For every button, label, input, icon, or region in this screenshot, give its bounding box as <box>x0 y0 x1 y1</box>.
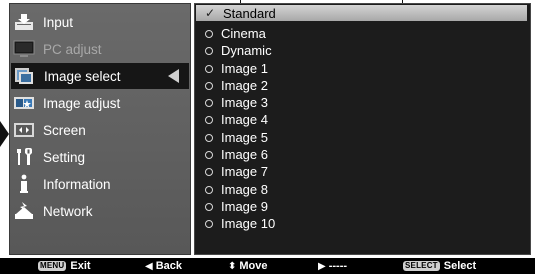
option-image-2[interactable]: Image 2 <box>195 77 528 94</box>
option-label: Image 5 <box>221 130 268 145</box>
menu-item-label: Screen <box>43 122 86 138</box>
radio-icon <box>205 167 213 176</box>
option-label: Image 1 <box>221 61 268 76</box>
menu-item-network[interactable]: Network <box>10 198 192 224</box>
menu-item-screen[interactable]: Screen <box>10 117 192 143</box>
menu-item-setting[interactable]: Setting <box>10 144 192 170</box>
option-image-4[interactable]: Image 4 <box>195 111 528 128</box>
radio-icon <box>205 219 213 228</box>
radio-icon <box>205 133 213 142</box>
menu-item-label: Network <box>43 203 93 219</box>
main-menu-panel: Input PC adjust Image select Image adjus… <box>9 3 191 255</box>
radio-icon <box>205 64 213 73</box>
option-label: Image 7 <box>221 164 268 179</box>
help-back-label: Back <box>155 260 182 272</box>
menu-item-label: Image select <box>44 68 121 84</box>
help-move: ⬍ Move <box>228 258 268 274</box>
menu-item-input[interactable]: Input <box>10 9 192 35</box>
help-select-label: Select <box>443 260 477 272</box>
right-arrow-icon: ▶ <box>318 260 326 272</box>
radio-icon <box>205 115 213 124</box>
menu-key-icon: MENU <box>38 261 67 271</box>
menu-item-information[interactable]: Information <box>10 171 192 197</box>
radio-icon <box>205 46 213 55</box>
check-icon: ✓ <box>205 6 216 20</box>
option-label: Image 6 <box>221 147 268 162</box>
option-image-6[interactable]: Image 6 <box>195 146 528 163</box>
option-dynamic[interactable]: Dynamic <box>195 42 528 59</box>
option-standard[interactable]: ✓ Standard <box>196 5 527 21</box>
network-icon <box>13 201 35 221</box>
help-exit-label: Exit <box>70 260 91 272</box>
option-label: Image 4 <box>221 112 268 127</box>
option-label: Standard <box>223 5 276 21</box>
image-adjust-icon <box>13 93 35 113</box>
option-label: Cinema <box>221 26 266 41</box>
projector-osd: Input PC adjust Image select Image adjus… <box>0 0 535 274</box>
option-image-9[interactable]: Image 9 <box>195 198 528 215</box>
option-image-7[interactable]: Image 7 <box>195 163 528 180</box>
select-key-icon: SELECT <box>403 261 440 271</box>
option-image-5[interactable]: Image 5 <box>195 129 528 146</box>
option-image-8[interactable]: Image 8 <box>195 181 528 198</box>
option-label: Dynamic <box>221 43 272 58</box>
menu-item-image-adjust[interactable]: Image adjust <box>10 90 192 116</box>
screen-icon <box>13 120 35 140</box>
radio-icon <box>205 98 213 107</box>
radio-icon <box>205 81 213 90</box>
menu-item-pc-adjust[interactable]: PC adjust <box>10 36 192 62</box>
option-label: Image 8 <box>221 182 268 197</box>
option-label: Image 9 <box>221 199 268 214</box>
menu-item-label: Image adjust <box>43 95 121 111</box>
radio-icon <box>205 29 213 38</box>
help-select: SELECT Select <box>403 258 476 274</box>
help-exit: MENU Exit <box>38 258 91 274</box>
radio-icon <box>205 185 213 194</box>
information-icon <box>13 174 35 194</box>
help-bar: MENU Exit ◀ Back ⬍ Move ▶ ----- SELECT S… <box>0 258 535 274</box>
submenu-arrow-icon <box>168 69 179 83</box>
option-label: Image 3 <box>221 95 268 110</box>
option-label: Image 2 <box>221 78 268 93</box>
option-image-1[interactable]: Image 1 <box>195 60 528 77</box>
menu-item-label: Information <box>43 176 111 192</box>
setting-icon <box>13 147 35 167</box>
help-back: ◀ Back <box>145 258 182 274</box>
menu-item-label: PC adjust <box>43 41 102 57</box>
up-down-arrow-icon: ⬍ <box>228 260 237 272</box>
option-cinema[interactable]: Cinema <box>195 25 528 42</box>
help-next-label: ----- <box>328 260 348 272</box>
menu-item-label: Input <box>43 14 74 30</box>
option-label: Image 10 <box>221 216 276 231</box>
radio-icon <box>205 150 213 159</box>
left-arrow-icon: ◀ <box>145 260 153 272</box>
pc-adjust-icon <box>13 39 35 59</box>
input-icon <box>13 12 35 32</box>
help-next: ▶ ----- <box>318 258 347 274</box>
option-image-10[interactable]: Image 10 <box>195 215 528 232</box>
image-select-submenu: ✓ Standard Cinema Dynamic Image 1 Image … <box>194 3 531 255</box>
radio-icon <box>205 202 213 211</box>
help-move-label: Move <box>239 260 268 272</box>
option-image-3[interactable]: Image 3 <box>195 94 528 111</box>
menu-item-label: Setting <box>43 149 86 165</box>
callout-pointer-left <box>0 121 9 147</box>
image-select-icon <box>14 66 36 86</box>
menu-item-image-select[interactable]: Image select <box>11 63 189 89</box>
